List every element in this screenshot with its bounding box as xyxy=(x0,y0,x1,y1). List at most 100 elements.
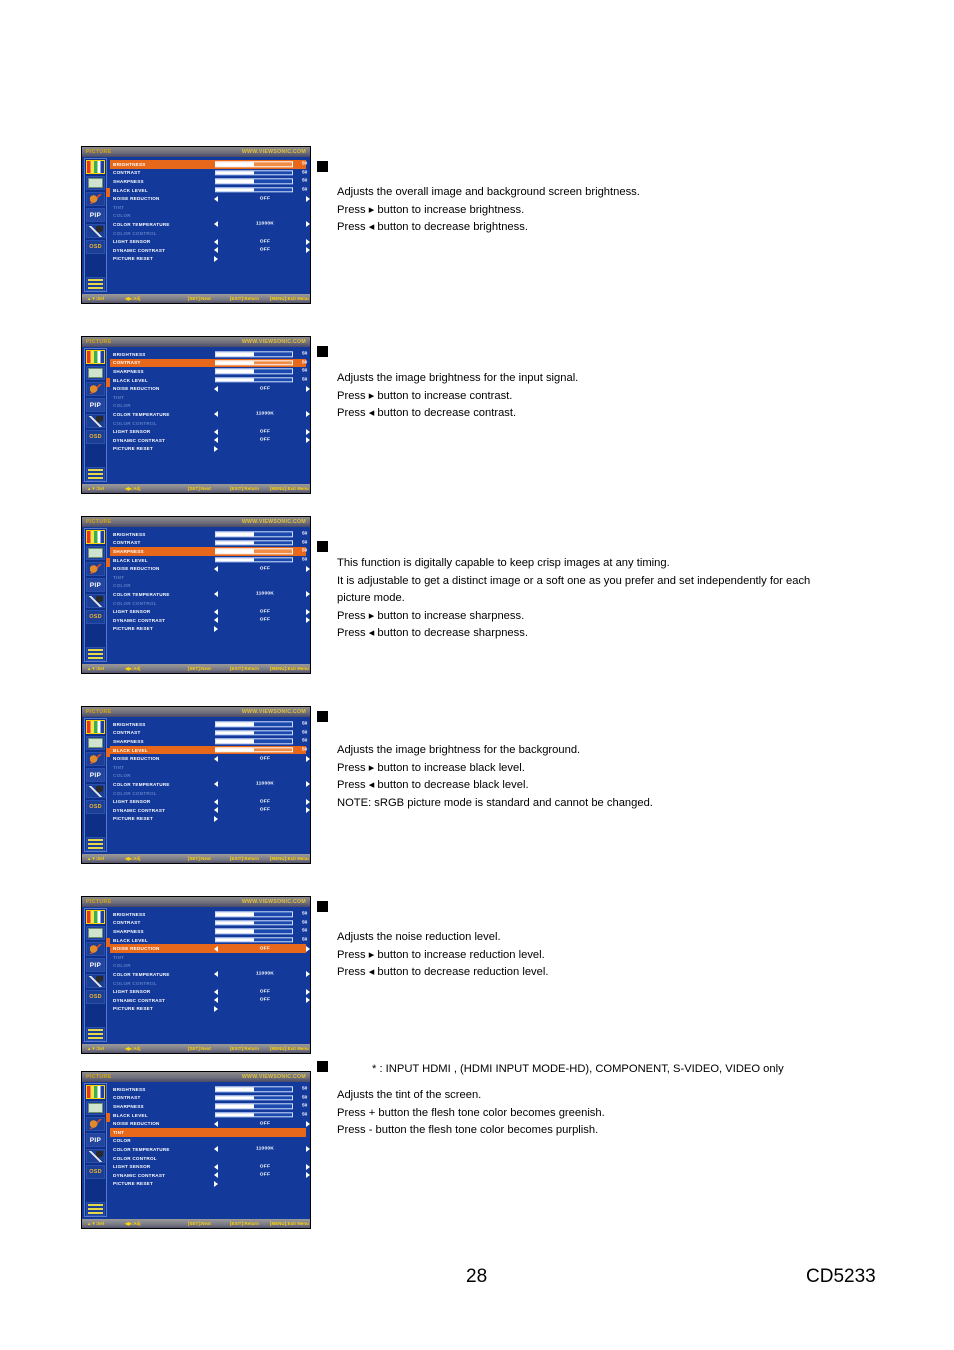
right-arrow-icon[interactable] xyxy=(306,565,310,572)
left-arrow-icon[interactable] xyxy=(214,437,218,444)
right-arrow-icon[interactable] xyxy=(306,755,310,762)
audio-icon[interactable] xyxy=(86,382,105,396)
osd-menu-item-noise-reduction[interactable]: NOISE REDUCTION OFF xyxy=(110,1119,310,1128)
tools-icon[interactable] xyxy=(86,784,105,798)
right-arrow-icon[interactable] xyxy=(306,195,310,202)
screen-icon[interactable] xyxy=(86,926,105,940)
osd-panel-brightness[interactable]: PICTURE WWW.VIEWSONIC.COM PIP OSD BRIGHTNESS… xyxy=(81,146,311,304)
osd-menu-item-color-control[interactable]: COLOR CONTROL xyxy=(110,789,306,798)
osd-menu-item-light-sensor[interactable]: LIGHT SENSOR OFF xyxy=(110,237,310,246)
screen-icon[interactable] xyxy=(86,546,105,560)
osd-menu-item-picture-reset[interactable]: PICTURE RESET xyxy=(110,625,306,634)
osd-slider[interactable] xyxy=(215,1095,293,1101)
left-arrow-icon[interactable] xyxy=(214,1172,218,1179)
osd-menu-item-noise-reduction[interactable]: NOISE REDUCTION OFF xyxy=(110,564,310,573)
left-arrow-icon[interactable] xyxy=(214,617,218,624)
osd-menu-item-brightness[interactable]: BRIGHTNESS 50 xyxy=(110,910,307,919)
tools-icon[interactable] xyxy=(86,414,105,428)
osd-slider[interactable] xyxy=(215,738,293,745)
osd-menu-item-brightness[interactable]: BRIGHTNESS 50 xyxy=(110,350,307,359)
enter-arrow-icon[interactable] xyxy=(214,625,218,632)
right-arrow-icon[interactable] xyxy=(306,798,310,805)
osd-menu-item-color-temperature[interactable]: COLOR TEMPERATURE 11000K xyxy=(110,1145,310,1154)
osd-menu-item-sharpness[interactable]: SHARPNESS 50 xyxy=(110,547,307,556)
audio-icon[interactable] xyxy=(86,942,105,956)
osd-menu-item-color-temperature[interactable]: COLOR TEMPERATURE 11000K xyxy=(110,410,310,419)
osd-menu-item-noise-reduction[interactable]: NOISE REDUCTION OFF xyxy=(110,384,310,393)
multi-display-icon[interactable] xyxy=(86,1202,105,1216)
pip-icon[interactable]: PIP xyxy=(86,578,105,592)
osd-menu-item-contrast[interactable]: CONTRAST 50 xyxy=(110,169,307,178)
osd-menu-item-color-control[interactable]: COLOR CONTROL xyxy=(110,979,306,988)
osd-menu-item-light-sensor[interactable]: LIGHT SENSOR OFF xyxy=(110,607,310,616)
right-arrow-icon[interactable] xyxy=(306,238,310,245)
left-arrow-icon[interactable] xyxy=(214,988,218,995)
osd-slider[interactable] xyxy=(215,178,293,185)
osd-slider[interactable] xyxy=(215,360,293,366)
osd-menu-item-color[interactable]: COLOR xyxy=(110,212,306,221)
osd-menu-item-brightness[interactable]: BRIGHTNESS 50 xyxy=(110,720,307,729)
osd-menu-item-color-control[interactable]: COLOR CONTROL xyxy=(110,419,306,428)
osd-menu-item-contrast[interactable]: CONTRAST 50 xyxy=(110,919,307,928)
screen-icon[interactable] xyxy=(86,176,105,190)
tools-icon[interactable] xyxy=(86,1149,105,1163)
osd-menu-item-color[interactable]: COLOR xyxy=(110,402,306,411)
right-arrow-icon[interactable] xyxy=(306,997,310,1004)
enter-arrow-icon[interactable] xyxy=(214,255,218,262)
osd-menu-item-black-level[interactable]: BLACK LEVEL 50 xyxy=(110,186,307,195)
osd-slider[interactable] xyxy=(215,928,293,935)
multi-display-icon[interactable] xyxy=(86,1027,105,1041)
right-arrow-icon[interactable] xyxy=(306,428,310,435)
left-arrow-icon[interactable] xyxy=(214,945,218,952)
osd-menu-item-black-level[interactable]: BLACK LEVEL 50 xyxy=(110,556,307,565)
right-arrow-icon[interactable] xyxy=(306,945,310,952)
osd-slider[interactable] xyxy=(215,368,293,375)
osd-menu-item-dynamic-contrast[interactable]: DYNAMIC CONTRAST OFF xyxy=(110,436,310,445)
right-arrow-icon[interactable] xyxy=(306,1146,310,1153)
osd-menu-item-dynamic-contrast[interactable]: DYNAMIC CONTRAST OFF xyxy=(110,806,310,815)
osd-menu-item-picture-reset[interactable]: PICTURE RESET xyxy=(110,445,306,454)
osd-menu-item-picture-reset[interactable]: PICTURE RESET xyxy=(110,815,306,824)
picture-icon[interactable] xyxy=(86,1085,105,1099)
left-arrow-icon[interactable] xyxy=(214,221,218,228)
osd-panel-contrast[interactable]: PICTURE WWW.VIEWSONIC.COM PIP OSD BRIGHTNESS… xyxy=(81,336,311,494)
right-arrow-icon[interactable] xyxy=(306,988,310,995)
left-arrow-icon[interactable] xyxy=(214,565,218,572)
osd-slider[interactable] xyxy=(215,557,293,563)
left-arrow-icon[interactable] xyxy=(214,591,218,598)
enter-arrow-icon[interactable] xyxy=(214,815,218,822)
tools-icon[interactable] xyxy=(86,224,105,238)
osd-menu-item-color-temperature[interactable]: COLOR TEMPERATURE 11000K xyxy=(110,590,310,599)
osd-panel-black-level[interactable]: PICTURE WWW.VIEWSONIC.COM PIP OSD BRIGHTNESS… xyxy=(81,706,311,864)
right-arrow-icon[interactable] xyxy=(306,247,310,254)
osd-menu-item-black-level[interactable]: BLACK LEVEL 50 xyxy=(110,936,307,945)
osd-menu-item-color-control[interactable]: COLOR CONTROL xyxy=(110,229,306,238)
osd-menu-item-tint[interactable]: TINT xyxy=(110,953,306,962)
screen-icon[interactable] xyxy=(86,366,105,380)
right-arrow-icon[interactable] xyxy=(306,1172,310,1179)
osd-menu-item-picture-reset[interactable]: PICTURE RESET xyxy=(110,255,306,264)
left-arrow-icon[interactable] xyxy=(214,385,218,392)
osd-slider[interactable] xyxy=(215,920,293,926)
osd-icon[interactable]: OSD xyxy=(86,610,105,624)
multi-display-icon[interactable] xyxy=(86,647,105,661)
pip-icon[interactable]: PIP xyxy=(86,958,105,972)
left-arrow-icon[interactable] xyxy=(214,608,218,615)
left-arrow-icon[interactable] xyxy=(214,781,218,788)
left-arrow-icon[interactable] xyxy=(214,195,218,202)
left-arrow-icon[interactable] xyxy=(214,1146,218,1153)
osd-menu-item-light-sensor[interactable]: LIGHT SENSOR OFF xyxy=(110,987,310,996)
osd-icon[interactable]: OSD xyxy=(86,990,105,1004)
multi-display-icon[interactable] xyxy=(86,837,105,851)
osd-menu-item-tint[interactable]: TINT xyxy=(110,203,306,212)
picture-icon[interactable] xyxy=(86,530,105,544)
osd-menu-item-contrast[interactable]: CONTRAST 50 xyxy=(110,729,307,738)
osd-menu-item-sharpness[interactable]: SHARPNESS 50 xyxy=(110,927,307,936)
picture-icon[interactable] xyxy=(86,720,105,734)
pip-icon[interactable]: PIP xyxy=(86,208,105,222)
picture-icon[interactable] xyxy=(86,160,105,174)
right-arrow-icon[interactable] xyxy=(306,221,310,228)
osd-icon[interactable]: OSD xyxy=(86,800,105,814)
osd-menu-item-color-temperature[interactable]: COLOR TEMPERATURE 11000K xyxy=(110,970,310,979)
osd-icon[interactable]: OSD xyxy=(86,1165,105,1179)
